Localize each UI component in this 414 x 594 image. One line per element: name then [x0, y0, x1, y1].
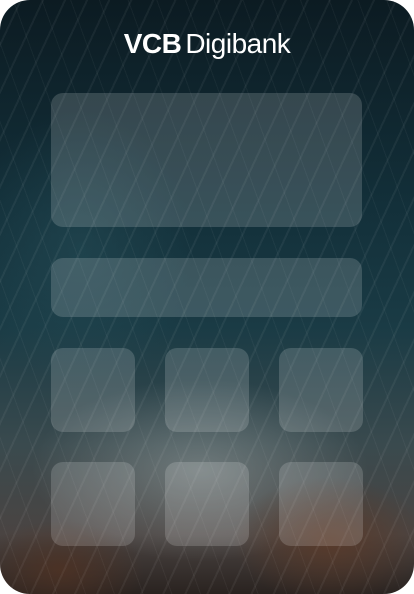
app-logo: VCB Digibank — [0, 28, 414, 60]
account-card-placeholder[interactable] — [51, 93, 362, 227]
quick-action-tile-5[interactable] — [165, 462, 249, 546]
quick-action-tile-2[interactable] — [165, 348, 249, 432]
quick-action-tile-3[interactable] — [279, 348, 363, 432]
quick-action-tile-1[interactable] — [51, 348, 135, 432]
login-screen-background: VCB Digibank — [0, 0, 414, 594]
quick-action-tile-6[interactable] — [279, 462, 363, 546]
quick-action-tile-4[interactable] — [51, 462, 135, 546]
logo-vcb-text: VCB — [123, 28, 182, 59]
logo-digibank-text: Digibank — [185, 28, 291, 59]
info-bar-placeholder[interactable] — [51, 258, 362, 317]
